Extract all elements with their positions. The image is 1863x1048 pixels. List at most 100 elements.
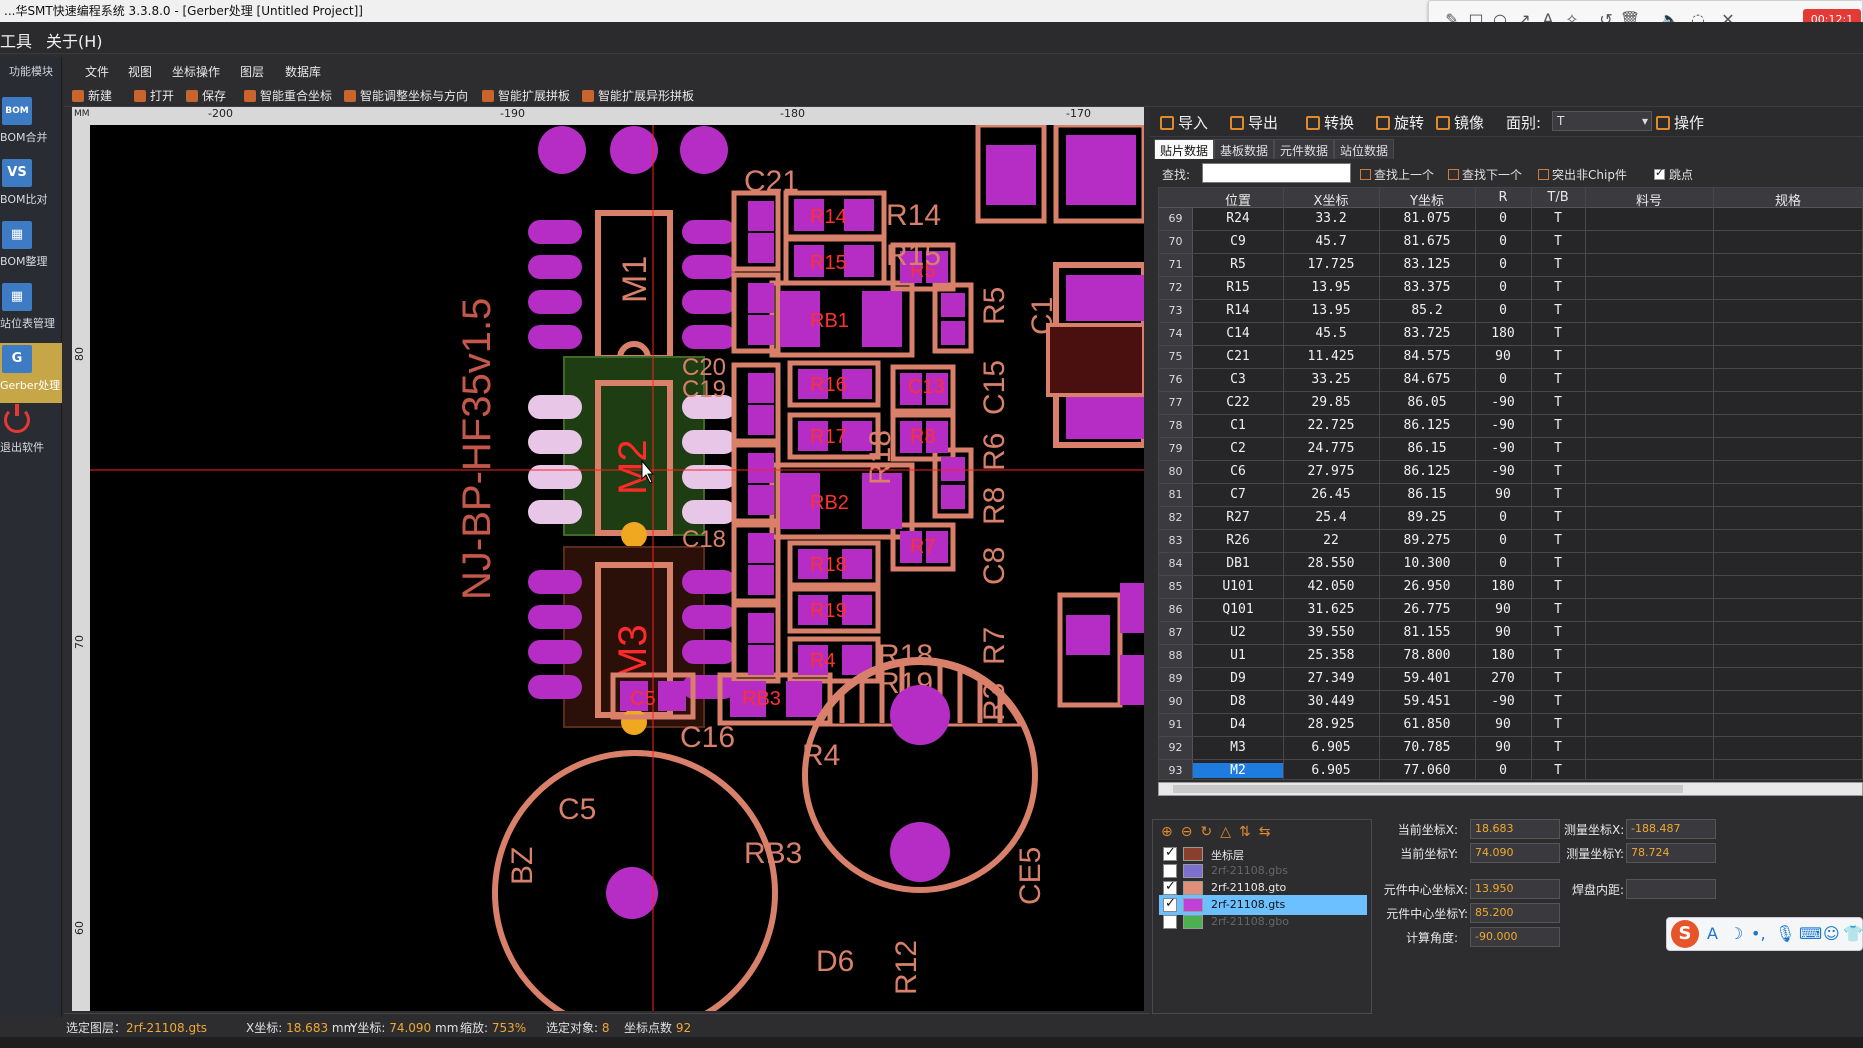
layer-color-swatch[interactable] (1183, 881, 1203, 895)
col-header[interactable]: 规格 (1713, 190, 1862, 209)
meas-y-field[interactable]: 78.724 (1626, 843, 1716, 863)
ime-lang-icon[interactable]: A (1707, 924, 1718, 943)
jump-checkbox[interactable]: 跳点 (1654, 166, 1693, 183)
mic-icon[interactable]: 🎙 (1775, 924, 1795, 943)
table-row[interactable]: 84 DB1 28.550 10.300 0 T (1159, 553, 1862, 576)
table-cell[interactable]: -90 (1475, 464, 1531, 479)
pad-distance-field[interactable] (1626, 879, 1716, 899)
table-cell[interactable]: 25.358 (1283, 648, 1379, 663)
table-horizontal-scrollbar[interactable] (1158, 782, 1863, 796)
table-cell[interactable]: 0 (1475, 280, 1531, 295)
table-row[interactable]: 91 D4 28.925 61.850 90 T (1159, 714, 1862, 737)
layer-visibility-checkbox[interactable] (1163, 864, 1177, 878)
table-cell[interactable]: 26.45 (1283, 487, 1379, 502)
table-cell[interactable]: 0 (1475, 211, 1531, 226)
table-cell[interactable]: 81.075 (1379, 211, 1475, 226)
table-cell[interactable]: 0 (1475, 257, 1531, 272)
row-index[interactable]: 88 (1159, 645, 1193, 667)
layer-visibility-checkbox[interactable] (1163, 915, 1177, 929)
row-index[interactable]: 75 (1159, 346, 1193, 368)
row-index[interactable]: 87 (1159, 622, 1193, 644)
table-cell[interactable]: C21 (1193, 349, 1283, 364)
table-cell[interactable]: C9 (1193, 234, 1283, 249)
sidebar-item-station-table[interactable]: ▦ 站位表管理 (0, 281, 62, 341)
smart-panel-button[interactable]: 智能扩展拼板 (482, 87, 570, 104)
table-cell[interactable]: 86.125 (1379, 418, 1475, 433)
save-button[interactable]: 保存 (186, 87, 226, 104)
table-cell[interactable]: 30.449 (1283, 694, 1379, 709)
row-index[interactable]: 76 (1159, 369, 1193, 391)
table-cell[interactable]: D9 (1193, 671, 1283, 686)
table-row[interactable]: 70 C9 45.7 81.675 0 T (1159, 231, 1862, 254)
table-cell[interactable]: 28.925 (1283, 717, 1379, 732)
layer-tools[interactable]: ⊕⊖↻△⇅⇆ (1161, 824, 1278, 840)
table-cell[interactable]: D8 (1193, 694, 1283, 709)
open-button[interactable]: 打开 (134, 87, 174, 104)
table-cell[interactable]: U2 (1193, 625, 1283, 640)
table-cell[interactable]: C3 (1193, 372, 1283, 387)
table-cell[interactable]: C14 (1193, 326, 1283, 341)
table-cell[interactable]: 0 (1475, 303, 1531, 318)
table-row[interactable]: 93 M2 6.905 77.060 0 T (1159, 760, 1862, 779)
table-cell[interactable]: 180 (1475, 326, 1531, 341)
layer-color-swatch[interactable] (1183, 847, 1203, 861)
table-cell[interactable]: C2 (1193, 441, 1283, 456)
table-cell[interactable]: 13.95 (1283, 280, 1379, 295)
table-row[interactable]: 77 C22 29.85 86.05 -90 T (1159, 392, 1862, 415)
table-cell[interactable]: C7 (1193, 487, 1283, 502)
table-cell[interactable]: D4 (1193, 717, 1283, 732)
table-row[interactable]: 75 C21 11.425 84.575 90 T (1159, 346, 1862, 369)
layer-visibility-checkbox[interactable] (1163, 896, 1177, 912)
center-x-field[interactable]: 13.950 (1470, 879, 1560, 899)
table-row[interactable]: 80 C6 27.975 86.125 -90 T (1159, 461, 1862, 484)
table-cell[interactable]: T (1531, 625, 1585, 640)
row-index[interactable]: 91 (1159, 714, 1193, 736)
table-row[interactable]: 71 R5 17.725 83.125 0 T (1159, 254, 1862, 277)
table-cell[interactable]: 180 (1475, 579, 1531, 594)
tab-station-data[interactable]: 站位数据 (1334, 139, 1395, 159)
smart-merge-button[interactable]: 智能重合坐标 (244, 87, 332, 104)
face-select[interactable]: T (1552, 111, 1652, 131)
table-cell[interactable]: 33.2 (1283, 211, 1379, 226)
table-cell[interactable]: 39.550 (1283, 625, 1379, 640)
table-cell[interactable]: T (1531, 740, 1585, 755)
table-cell[interactable]: T (1531, 602, 1585, 617)
table-cell[interactable]: 90 (1475, 487, 1531, 502)
find-prev-button[interactable]: 查找上一个 (1360, 166, 1434, 183)
smart-adjust-button[interactable]: 智能调整坐标与方向 (344, 87, 468, 104)
table-cell[interactable]: T (1531, 234, 1585, 249)
row-index[interactable]: 82 (1159, 507, 1193, 529)
table-cell[interactable]: R15 (1193, 280, 1283, 295)
table-cell[interactable]: 86.15 (1379, 487, 1475, 502)
user-icon[interactable]: ☺ (1823, 924, 1840, 943)
table-row[interactable]: 83 R26 22 89.275 0 T (1159, 530, 1862, 553)
scroll-thumb[interactable] (1173, 785, 1683, 793)
row-index[interactable]: 89 (1159, 668, 1193, 690)
row-index[interactable]: 86 (1159, 599, 1193, 621)
table-row[interactable]: 87 U2 39.550 81.155 90 T (1159, 622, 1862, 645)
table-row[interactable]: 76 C3 33.25 84.675 0 T (1159, 369, 1862, 392)
table-cell[interactable]: T (1531, 487, 1585, 502)
pcb-canvas[interactable]: NJ-BP-HF35v1.5 M1 M2 M3 R14 R15 R5 RB1 R… (90, 125, 1144, 1011)
menu-coord-ops[interactable]: 坐标操作 (172, 63, 220, 80)
table-cell[interactable]: 45.7 (1283, 234, 1379, 249)
table-cell[interactable]: T (1531, 556, 1585, 571)
table-cell[interactable]: R5 (1193, 257, 1283, 272)
row-index[interactable]: 80 (1159, 461, 1193, 483)
table-cell[interactable]: 42.050 (1283, 579, 1379, 594)
table-cell[interactable]: 22.725 (1283, 418, 1379, 433)
table-cell[interactable]: 89.25 (1379, 510, 1475, 525)
table-cell[interactable]: 26.775 (1379, 602, 1475, 617)
row-index[interactable]: 92 (1159, 737, 1193, 759)
table-row[interactable]: 82 R27 25.4 89.25 0 T (1159, 507, 1862, 530)
smart-irregular-panel-button[interactable]: 智能扩展异形拼板 (582, 87, 694, 104)
table-cell[interactable]: 28.550 (1283, 556, 1379, 571)
table-cell[interactable]: 6.905 (1283, 763, 1379, 778)
table-cell[interactable]: M3 (1193, 740, 1283, 755)
table-cell[interactable]: 89.275 (1379, 533, 1475, 548)
table-cell[interactable]: T (1531, 464, 1585, 479)
table-cell[interactable]: C6 (1193, 464, 1283, 479)
tab-placement-data[interactable]: 贴片数据 (1154, 139, 1215, 159)
table-cell[interactable]: 77.060 (1379, 763, 1475, 778)
table-cell[interactable]: 31.625 (1283, 602, 1379, 617)
